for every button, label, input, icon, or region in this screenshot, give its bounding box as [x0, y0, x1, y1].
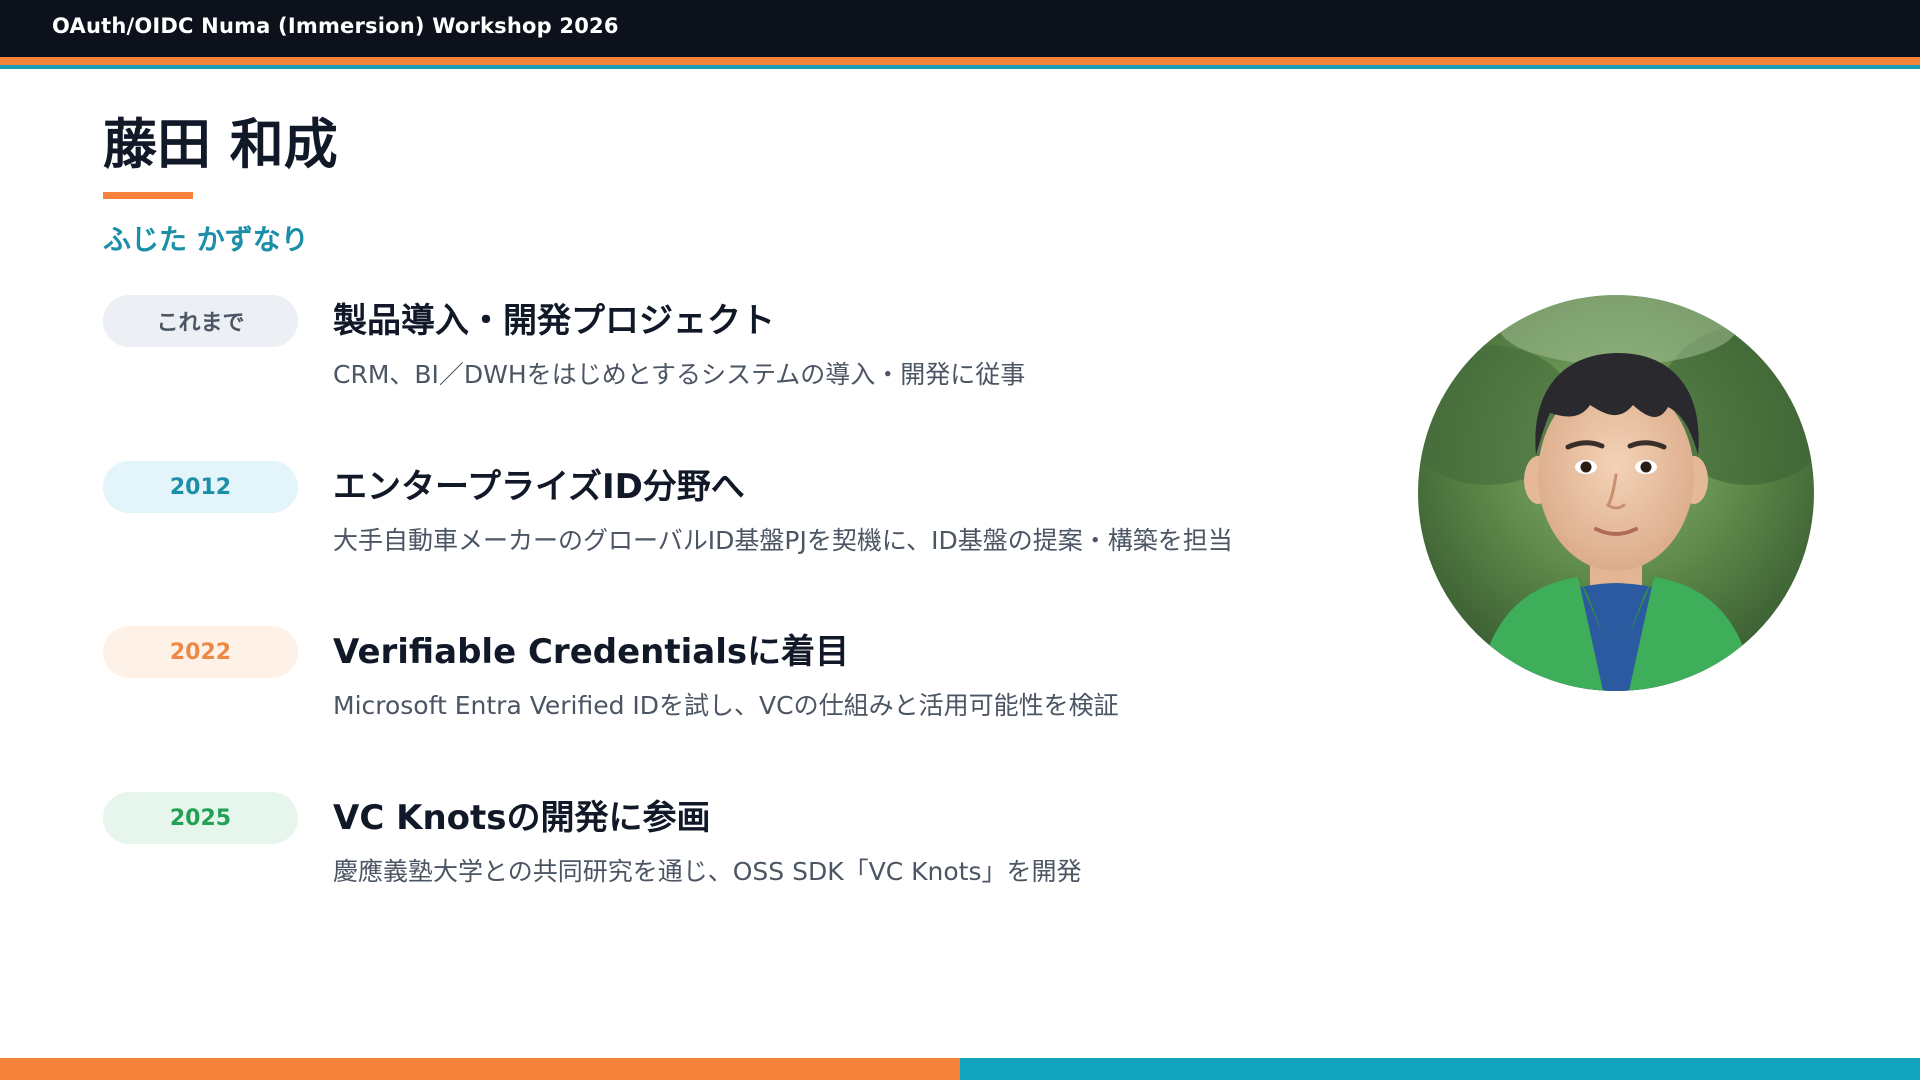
- timeline-heading: エンタープライズID分野へ: [333, 467, 745, 507]
- timeline-heading: 製品導入・開発プロジェクト: [333, 301, 775, 341]
- timeline-badge: 2025: [103, 792, 298, 844]
- timeline-heading: VC Knotsの開発に参画: [333, 798, 711, 838]
- timeline-description: Microsoft Entra Verified IDを試し、VCの仕組みと活用…: [333, 691, 1119, 720]
- timeline-item: 2025 VC Knotsの開発に参画 慶應義塾大学との共同研究を通じ、OSS …: [103, 792, 1303, 912]
- speaker-furigana: ふじた かずなり: [103, 223, 309, 256]
- timeline-badge: これまで: [103, 295, 298, 347]
- speaker-name: 藤田 和成: [103, 113, 338, 176]
- name-underline: [103, 192, 193, 199]
- person-avatar-icon: [1418, 295, 1814, 691]
- footer-bar-orange: [0, 1058, 960, 1080]
- header-accent-orange: [0, 57, 1920, 65]
- timeline-heading: Verifiable Credentialsに着目: [333, 632, 850, 672]
- timeline-description: CRM、BI／DWHをはじめとするシステムの導入・開発に従事: [333, 360, 1026, 389]
- timeline-description: 大手自動車メーカーのグローバルID基盤PJを契機に、ID基盤の提案・構築を担当: [333, 526, 1233, 555]
- timeline-item: 2022 Verifiable Credentialsに着目 Microsoft…: [103, 626, 1303, 746]
- timeline-description: 慶應義塾大学との共同研究を通じ、OSS SDK「VC Knots」を開発: [333, 857, 1082, 886]
- timeline-item: これまで 製品導入・開発プロジェクト CRM、BI／DWHをはじめとするシステム…: [103, 295, 1303, 415]
- workshop-title: OAuth/OIDC Numa (Immersion) Workshop 202…: [52, 14, 619, 38]
- timeline-item: 2012 エンタープライズID分野へ 大手自動車メーカーのグローバルID基盤PJ…: [103, 461, 1303, 581]
- footer-bar-teal: [960, 1058, 1920, 1080]
- slide: OAuth/OIDC Numa (Immersion) Workshop 202…: [0, 0, 1920, 1080]
- timeline-badge: 2022: [103, 626, 298, 678]
- header-bar: OAuth/OIDC Numa (Immersion) Workshop 202…: [0, 0, 1920, 57]
- header-accent-teal: [0, 65, 1920, 69]
- timeline-badge: 2012: [103, 461, 298, 513]
